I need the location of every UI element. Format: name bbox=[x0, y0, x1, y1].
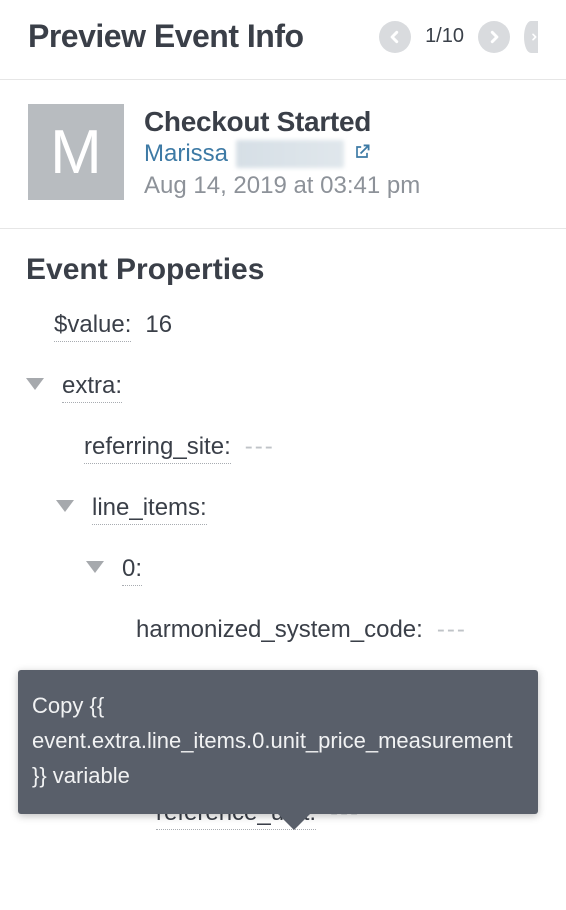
external-link-icon[interactable] bbox=[352, 142, 372, 167]
avatar: M bbox=[28, 104, 124, 200]
prop-key-referring-site[interactable]: referring_site: bbox=[84, 433, 231, 464]
prop-value-row: $value: 16 bbox=[26, 311, 540, 342]
prop-line-items-row: line_items: bbox=[26, 494, 540, 525]
pager-nav: 1/10 bbox=[379, 21, 538, 53]
prop-hsc-row: harmonized_system_code: --- bbox=[26, 616, 540, 646]
user-row: Marissa bbox=[144, 140, 420, 168]
event-name: Checkout Started bbox=[144, 106, 420, 138]
user-link[interactable]: Marissa bbox=[144, 140, 228, 168]
disclosure-triangle-icon[interactable] bbox=[56, 500, 74, 512]
prop-key-line-items[interactable]: line_items: bbox=[92, 494, 207, 525]
next-button[interactable] bbox=[478, 21, 510, 53]
prop-key-value[interactable]: $value: bbox=[54, 311, 131, 342]
properties-heading: Event Properties bbox=[26, 253, 540, 287]
next-button-partial[interactable] bbox=[524, 21, 538, 53]
prop-val-value: 16 bbox=[145, 311, 172, 339]
prop-referring-site-row: referring_site: --- bbox=[26, 433, 540, 464]
chevron-right-icon bbox=[487, 30, 501, 44]
event-meta: Checkout Started Marissa Aug 14, 2019 at… bbox=[144, 104, 420, 200]
prop-key-extra[interactable]: extra: bbox=[62, 372, 122, 403]
prop-extra-row: extra: bbox=[26, 372, 540, 403]
prop-index0-row: 0: bbox=[26, 555, 540, 586]
prev-button[interactable] bbox=[379, 21, 411, 53]
page-title: Preview Event Info bbox=[28, 18, 379, 55]
event-timestamp: Aug 14, 2019 at 03:41 pm bbox=[144, 172, 420, 200]
chevron-left-icon bbox=[388, 30, 402, 44]
disclosure-triangle-icon[interactable] bbox=[26, 378, 44, 390]
prop-val-referring-site: --- bbox=[245, 433, 275, 461]
event-summary: M Checkout Started Marissa Aug 14, 2019 … bbox=[0, 80, 566, 229]
user-surname-redacted bbox=[236, 140, 344, 168]
prop-val-hsc: --- bbox=[437, 616, 467, 644]
chevron-right-icon bbox=[530, 30, 538, 44]
prop-key-hsc[interactable]: harmonized_system_code: bbox=[136, 616, 423, 646]
prop-key-index0[interactable]: 0: bbox=[122, 555, 142, 586]
pager-text: 1/10 bbox=[425, 25, 464, 48]
copy-variable-tooltip[interactable]: Copy {{ event.extra.line_items.0.unit_pr… bbox=[18, 670, 538, 814]
header-bar: Preview Event Info 1/10 bbox=[0, 0, 566, 80]
disclosure-triangle-icon[interactable] bbox=[86, 561, 104, 573]
